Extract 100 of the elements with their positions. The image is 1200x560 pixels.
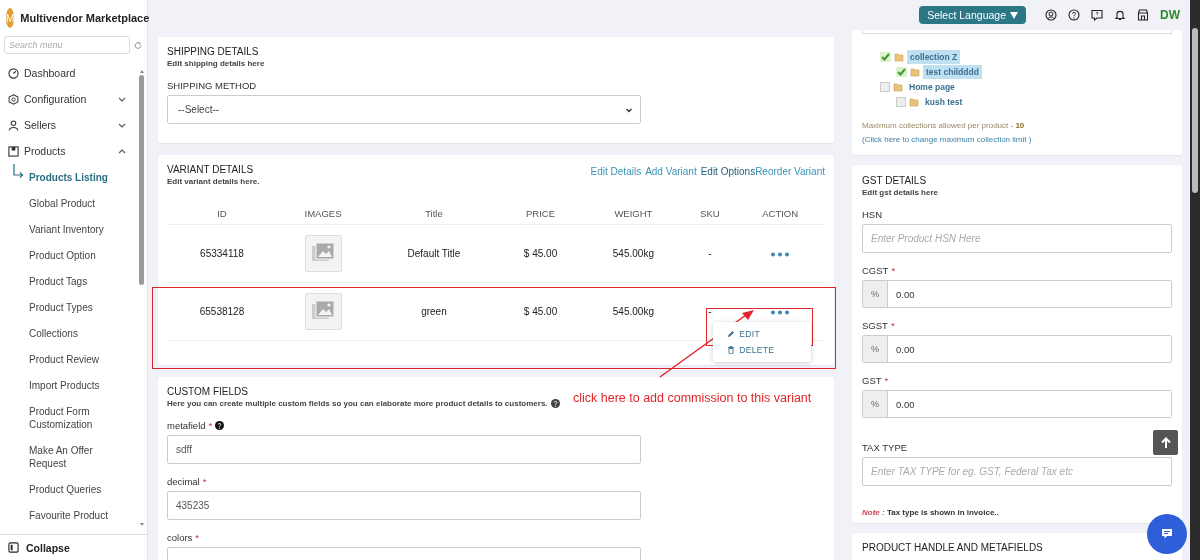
more-options-icon[interactable] (770, 309, 791, 315)
branch-arrow-icon (12, 164, 26, 180)
bell-icon[interactable] (1114, 9, 1126, 21)
image-icon (311, 300, 336, 322)
section-title: SHIPPING DETAILS (167, 46, 260, 57)
collection-limit-link[interactable]: (Click here to change maximum collection limit ) (862, 135, 1032, 144)
more-options-icon[interactable] (770, 251, 791, 257)
input-field[interactable]: Enter TAX TYPE for eg. GST, Federal Tax etc (862, 457, 1172, 486)
sidebar-item[interactable]: Sellers (8, 112, 137, 138)
sidebar-subitem[interactable]: Global Product (8, 190, 118, 216)
required-asterisk: * (202, 475, 207, 487)
tree-item[interactable]: kush test (922, 94, 966, 109)
sidebar-subitem[interactable]: Import Products (8, 372, 118, 398)
field-label: colors (167, 531, 193, 543)
store-icon[interactable] (1137, 9, 1149, 21)
chat-icon (1161, 528, 1173, 540)
help-icon[interactable] (1068, 9, 1080, 21)
section-subtitle: Edit shipping details here (167, 59, 266, 68)
field-label: metafield (167, 419, 206, 431)
field-label: CGST (862, 265, 889, 276)
section-title: CUSTOM FIELDS (167, 385, 249, 397)
search-field[interactable]: Search menu (4, 36, 130, 54)
pencil-icon (727, 329, 736, 338)
sidebar-subitem[interactable]: Product Review (8, 346, 118, 372)
input-field[interactable]: Enter Product HSN Here (862, 224, 1172, 253)
table-cell: - (684, 224, 736, 282)
scrollbar-thumb[interactable] (139, 75, 144, 285)
field-label: SGST (862, 320, 888, 331)
menu-item[interactable]: DELETE (713, 341, 812, 358)
variant-link[interactable]: Edit Options (700, 166, 756, 186)
sidebar-subitem[interactable]: Product Option (8, 242, 118, 268)
section-title: VARIANT DETAILS (167, 164, 255, 175)
sidebar-subitem[interactable]: Variant Inventory (8, 216, 118, 242)
variant-link[interactable]: Add Variant (645, 166, 697, 186)
input-field[interactable]: 435235 (167, 490, 641, 520)
table-cell: 65334118 (167, 224, 277, 282)
sidebar-subitem[interactable]: Products Listing (8, 164, 118, 190)
percent-addon: % (863, 336, 888, 362)
invoice-note: Note : Tax type is shown in invoice.. (862, 508, 1000, 517)
table-cell: 545.00kg (582, 282, 685, 340)
gauge-icon (8, 67, 19, 79)
input-field[interactable]: % 0.00 (862, 280, 1172, 308)
sidebar-item[interactable]: Products (8, 138, 137, 164)
table-cell: 65538128 (167, 282, 277, 340)
trash-icon (727, 345, 736, 354)
sidebar-panel-icon (8, 542, 19, 553)
shipping-method-select[interactable]: --Select-- (167, 95, 641, 124)
brand-name: Multivendor Marketplace (20, 12, 150, 24)
field-label: decimal (167, 475, 200, 487)
percent-addon: % (863, 281, 888, 307)
sidebar-subitem[interactable]: Make An Offer Request (8, 437, 118, 476)
table-cell: $ 45.00 (498, 282, 583, 340)
collection-limit-note: Maximum collections allowed per product - 10 (Click here to change maximum collection limit ) (862, 120, 1033, 146)
scrollbar-thumb[interactable] (1192, 28, 1198, 193)
checkbox[interactable] (896, 66, 907, 77)
section-title: PRODUCT HANDLE AND METAFIELDS (862, 542, 1044, 553)
column-header: ID (167, 204, 277, 224)
variant-link[interactable]: Reorder Variant (755, 166, 825, 186)
column-header: IMAGES (276, 204, 370, 224)
checkbox[interactable] (880, 51, 891, 62)
input-field[interactable]: % 0.00 (862, 390, 1172, 418)
sidebar-subitem[interactable]: Product Tags (8, 268, 118, 294)
user-circle-icon[interactable] (1045, 9, 1057, 21)
person-icon (8, 119, 19, 131)
checkbox[interactable] (880, 81, 890, 92)
help-icon (550, 398, 560, 408)
field-label: HSN (862, 209, 883, 220)
folder-icon (909, 96, 919, 107)
table-cell: 545.00kg (582, 224, 685, 282)
sidebar-subitem[interactable]: Product Queries (8, 476, 118, 502)
sidebar-subitem[interactable]: Product Types (8, 294, 118, 320)
column-header: ACTION (735, 204, 825, 224)
field-label: GST (862, 375, 882, 386)
table-cell: $ 45.00 (498, 224, 583, 282)
input-field[interactable]: % 0.00 (862, 335, 1172, 363)
variant-link[interactable]: Edit Details (590, 166, 642, 186)
tree-item[interactable]: collection Z (907, 49, 961, 64)
column-header: WEIGHT (582, 204, 685, 224)
sidebar-item[interactable]: Dashboard (8, 60, 137, 86)
sidebar-subitem[interactable]: Product Form Customization (8, 398, 118, 437)
caret-icon (1010, 11, 1018, 19)
sidebar-subitem[interactable]: Favourite Product (8, 502, 118, 528)
refresh-icon[interactable] (134, 40, 142, 50)
required-asterisk: * (890, 320, 895, 331)
tree-item[interactable]: test childddd (923, 64, 982, 79)
language-select-button[interactable]: Select Language (919, 6, 1026, 24)
required-asterisk: * (208, 419, 213, 431)
scroll-to-top-button[interactable] (1153, 430, 1178, 455)
field-label: SHIPPING METHOD (167, 80, 258, 91)
annotation-text: click here to add commission to this variant (573, 391, 812, 405)
image-icon (311, 242, 336, 264)
chat-question-icon[interactable] (1091, 9, 1103, 21)
folder-icon (894, 51, 904, 62)
user-initials[interactable]: DW (1160, 8, 1180, 22)
input-field[interactable]: sdff (167, 434, 641, 464)
folder-icon (910, 66, 920, 77)
sidebar-item[interactable]: Configuration (8, 86, 137, 112)
tree-item[interactable]: Home page (906, 79, 958, 94)
sidebar-subitem[interactable]: Collections (8, 320, 118, 346)
checkbox[interactable] (896, 96, 906, 107)
